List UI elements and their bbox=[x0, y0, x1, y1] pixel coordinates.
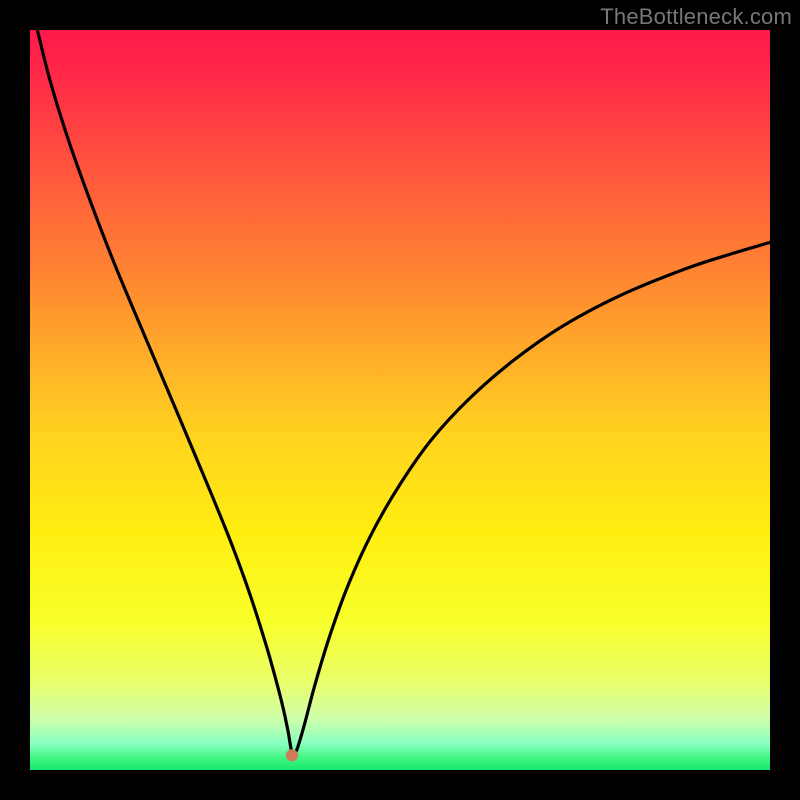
plot-area bbox=[30, 30, 770, 770]
chart-container: TheBottleneck.com bbox=[0, 0, 800, 800]
chart-svg bbox=[30, 30, 770, 770]
watermark-text: TheBottleneck.com bbox=[600, 4, 792, 30]
optimum-marker bbox=[286, 749, 298, 761]
gradient-background bbox=[30, 30, 770, 770]
